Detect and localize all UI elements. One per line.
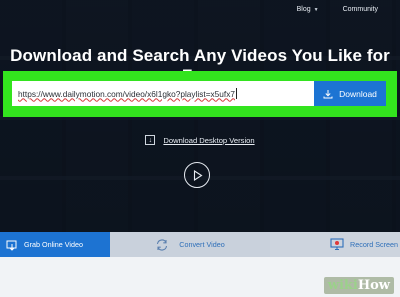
watermark-how: How <box>357 278 390 293</box>
download-button-label: Download <box>339 88 377 99</box>
tab-grab-online-video[interactable]: Grab Online Video <box>0 232 110 257</box>
download-icon <box>323 89 333 98</box>
convert-icon <box>157 238 168 251</box>
text-cursor <box>235 88 237 99</box>
play-button[interactable] <box>184 162 210 188</box>
nav-blog-label: Blog <box>296 6 311 13</box>
nav-blog[interactable]: Blog ▼ <box>297 6 319 13</box>
url-input-value: https://www.dailymotion.com/video/x6l1gk… <box>18 88 235 99</box>
download-desktop-label: Download Desktop Version <box>163 135 255 145</box>
chevron-down-icon: ▼ <box>313 6 319 13</box>
record-screen-icon <box>330 238 344 251</box>
nav-community-label: Community <box>342 6 378 13</box>
tab-record-screen[interactable]: Record Screen <box>270 232 400 257</box>
tab-convert-video[interactable]: Convert Video <box>110 232 270 257</box>
top-navigation: Blog ▼ Community <box>297 6 378 13</box>
watermark-wiki: wiki <box>327 278 358 293</box>
nav-community[interactable]: Community <box>343 6 378 13</box>
url-input[interactable]: https://www.dailymotion.com/video/x6l1gk… <box>12 81 314 106</box>
tab-convert-label: Convert Video <box>179 240 225 249</box>
play-icon <box>193 169 203 181</box>
wikihow-watermark: wikiHow <box>323 277 394 294</box>
tab-record-label: Record Screen <box>350 240 398 249</box>
download-arrow-icon: ↓ <box>145 135 156 145</box>
download-desktop-link[interactable]: ↓ Download Desktop Version <box>0 135 400 145</box>
grab-video-icon <box>6 240 17 251</box>
download-button[interactable]: Download <box>314 81 386 106</box>
tab-grab-label: Grab Online Video <box>24 240 84 249</box>
feature-tabs: Grab Online Video Convert Video Record S… <box>0 232 400 257</box>
